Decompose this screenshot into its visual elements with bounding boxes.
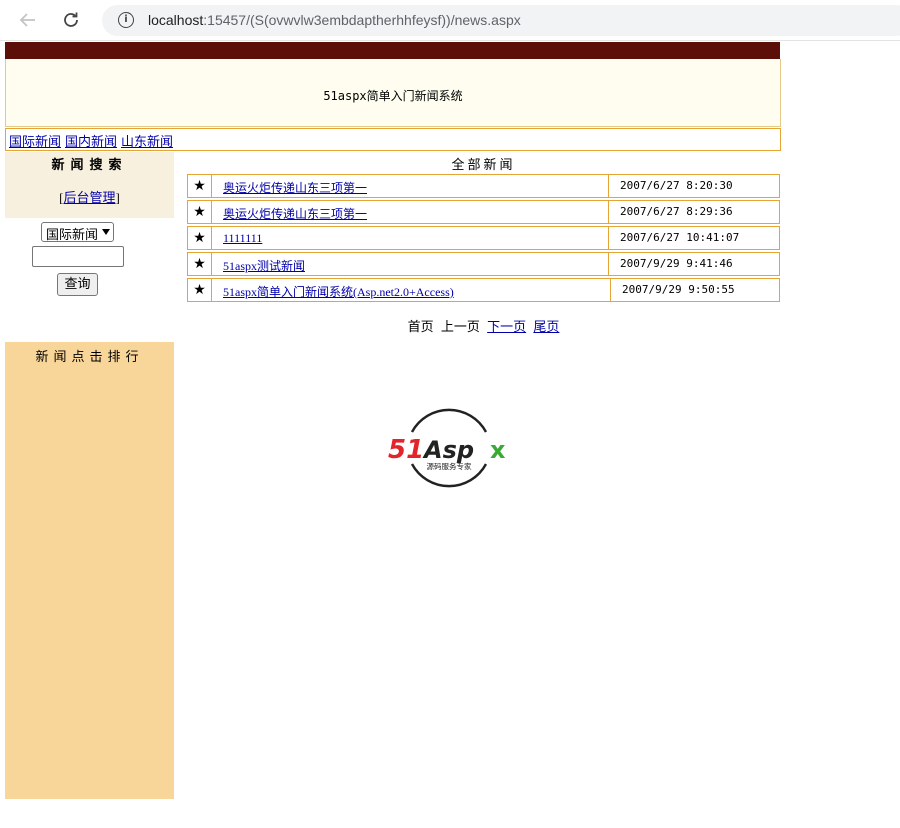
star-icon: ★ bbox=[188, 253, 212, 275]
news-title-link[interactable]: 奥运火炬传递山东三项第一 bbox=[223, 179, 367, 196]
star-icon: ★ bbox=[188, 201, 212, 223]
address-bar[interactable]: i localhost:15457/(S(ovwvlw3embdaptherhh… bbox=[102, 5, 900, 36]
keyword-input[interactable] bbox=[32, 246, 124, 267]
news-date: 2007/9/29 9:50:55 bbox=[622, 283, 735, 296]
pager-first: 首页 bbox=[407, 319, 434, 334]
url-host: localhost bbox=[148, 12, 204, 28]
news-title-cell: 奥运火炬传递山东三项第一 bbox=[212, 175, 609, 197]
back-button[interactable] bbox=[16, 8, 40, 32]
all-news-title: 全部新闻 bbox=[451, 158, 516, 173]
url-path: :15457/(S(ovwvlw3embdaptherhhfeysf))/new… bbox=[203, 12, 521, 28]
news-row: ★ 1111111 2007/6/27 10:41:07 bbox=[187, 226, 780, 250]
news-date: 2007/6/27 8:29:36 bbox=[620, 205, 733, 218]
info-icon[interactable]: i bbox=[118, 12, 134, 28]
browser-toolbar: i localhost:15457/(S(ovwvlw3embdaptherhh… bbox=[0, 0, 900, 41]
click-rank-panel: 新闻点击排行 bbox=[5, 342, 174, 799]
category-link-shandong[interactable]: 山东新闻 bbox=[121, 131, 173, 150]
header-bar bbox=[5, 42, 780, 59]
news-row: ★ 51aspx简单入门新闻系统(Asp.net2.0+Access) 2007… bbox=[187, 278, 780, 302]
category-nav: 国际新闻 国内新闻 山东新闻 bbox=[5, 128, 781, 151]
star-icon: ★ bbox=[188, 175, 212, 197]
news-title-link[interactable]: 51aspx测试新闻 bbox=[223, 257, 305, 274]
category-select[interactable]: 国际新闻 bbox=[41, 222, 114, 242]
news-row: ★ 51aspx测试新闻 2007/9/29 9:41:46 bbox=[187, 252, 780, 276]
news-title-link[interactable]: 奥运火炬传递山东三项第一 bbox=[223, 205, 367, 222]
admin-bracket-close: ] bbox=[115, 190, 120, 205]
news-row: ★ 奥运火炬传递山东三项第一 2007/6/27 8:29:36 bbox=[187, 200, 780, 224]
admin-link[interactable]: 后台管理 bbox=[63, 190, 115, 205]
query-button[interactable]: 查询 bbox=[57, 273, 98, 296]
news-title-link[interactable]: 51aspx简单入门新闻系统(Asp.net2.0+Access) bbox=[223, 283, 454, 300]
category-link-international[interactable]: 国际新闻 bbox=[9, 131, 61, 150]
pager-next-link[interactable]: 下一页 bbox=[487, 319, 526, 334]
category-select-value: 国际新闻 bbox=[46, 227, 99, 242]
news-title-cell: 51aspx简单入门新闻系统(Asp.net2.0+Access) bbox=[212, 279, 611, 301]
site-banner: 51aspx简单入门新闻系统 bbox=[5, 59, 781, 127]
news-title-cell: 奥运火炬传递山东三项第一 bbox=[212, 201, 609, 223]
svg-text:51: 51 bbox=[388, 435, 424, 465]
admin-link-wrapper: [后台管理] bbox=[5, 187, 174, 206]
svg-text:Asp: Asp bbox=[422, 436, 474, 464]
logo-tagline: 源码服务专家 bbox=[427, 461, 472, 471]
pager-prev: 上一页 bbox=[440, 319, 480, 334]
news-search-panel: 新闻搜索 [后台管理] bbox=[5, 152, 174, 218]
search-title: 新闻搜索 bbox=[51, 158, 128, 173]
news-title-link[interactable]: 1111111 bbox=[223, 231, 262, 246]
url-text: localhost:15457/(S(ovwvlw3embdaptherhhfe… bbox=[148, 12, 521, 28]
rank-title: 新闻点击排行 bbox=[35, 350, 144, 365]
news-date: 2007/6/27 8:20:30 bbox=[620, 179, 733, 192]
star-icon: ★ bbox=[188, 227, 212, 249]
news-row: ★ 奥运火炬传递山东三项第一 2007/6/27 8:20:30 bbox=[187, 174, 780, 198]
pager: 首页 上一页 下一页 尾页 bbox=[187, 316, 780, 335]
news-title-cell: 51aspx测试新闻 bbox=[212, 253, 609, 275]
reload-button[interactable] bbox=[59, 8, 83, 32]
arrow-left-icon bbox=[19, 13, 35, 27]
news-date: 2007/9/29 9:41:46 bbox=[620, 257, 733, 270]
pager-last-link[interactable]: 尾页 bbox=[533, 319, 559, 334]
site-title: 51aspx简单入门新闻系统 bbox=[323, 89, 463, 103]
reload-icon bbox=[64, 12, 78, 27]
news-title-cell: 1111111 bbox=[212, 227, 609, 249]
star-icon: ★ bbox=[188, 279, 212, 301]
brand-logo: 51 Asp x 源码服务专家 bbox=[388, 408, 506, 488]
svg-text:x: x bbox=[490, 436, 506, 464]
page-content: 51aspx简单入门新闻系统 国际新闻 国内新闻 山东新闻 新闻搜索 [后台管理… bbox=[0, 40, 900, 828]
news-date: 2007/6/27 10:41:07 bbox=[620, 231, 740, 244]
category-link-domestic[interactable]: 国内新闻 bbox=[65, 131, 117, 150]
chevron-down-icon bbox=[102, 229, 110, 235]
